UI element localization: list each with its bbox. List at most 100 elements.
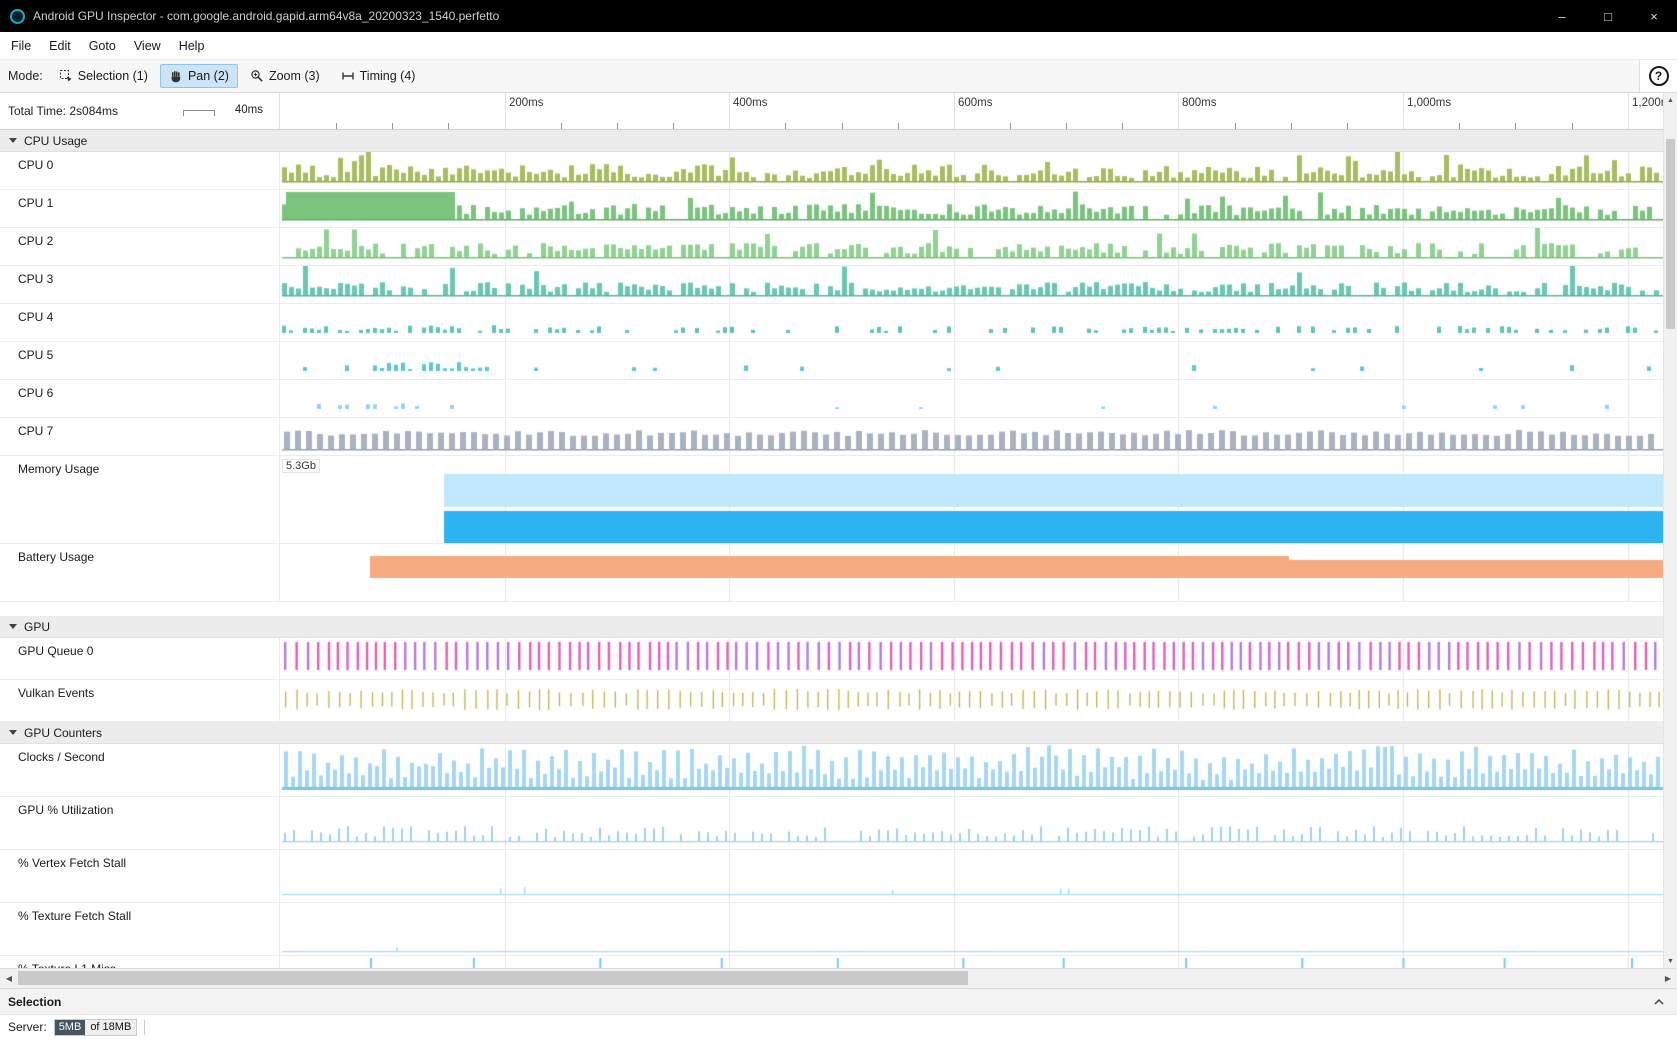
track-chart[interactable] bbox=[280, 228, 1677, 265]
scroll-left-arrow-icon[interactable]: ◀ bbox=[0, 969, 18, 988]
scroll-right-arrow-icon[interactable]: ▶ bbox=[1659, 969, 1677, 988]
menu-item-goto[interactable]: Goto bbox=[80, 32, 125, 59]
selection-panel-header: Selection bbox=[0, 988, 1677, 1014]
selection-icon bbox=[59, 69, 73, 83]
help-button[interactable]: ? bbox=[1639, 60, 1677, 92]
ruler-major-tick bbox=[1403, 93, 1404, 129]
collapse-triangle-icon bbox=[9, 624, 17, 629]
track-row-cpu-4: CPU 4 bbox=[0, 304, 1677, 342]
track-chart[interactable] bbox=[280, 544, 1677, 601]
horizontal-scroll-thumb[interactable] bbox=[18, 971, 968, 985]
collapse-panel-chevron-icon[interactable] bbox=[1653, 989, 1665, 1014]
track-row-battery-usage: Battery Usage bbox=[0, 544, 1677, 602]
ruler-minor-tick bbox=[561, 123, 562, 129]
mode-button-selection[interactable]: Selection (1) bbox=[50, 64, 157, 88]
track-label: Memory Usage bbox=[0, 456, 280, 543]
menu-item-file[interactable]: File bbox=[2, 32, 40, 59]
maximize-button[interactable]: □ bbox=[1585, 0, 1631, 32]
track-chart[interactable] bbox=[280, 956, 1677, 968]
track-label: CPU 7 bbox=[0, 418, 280, 455]
ruler-tick-label: 600ms bbox=[958, 97, 993, 109]
status-bar: Server: 5MB of 18MB bbox=[0, 1014, 1677, 1039]
vertical-scrollbar[interactable]: ▲ ▼ bbox=[1663, 93, 1677, 968]
ruler-tick-label: 800ms bbox=[1182, 97, 1217, 109]
ruler-major-tick bbox=[1178, 93, 1179, 129]
ruler-timeline[interactable]: 200ms400ms600ms800ms1,000ms1,200ms bbox=[280, 93, 1677, 129]
track-label: GPU Queue 0 bbox=[0, 638, 280, 679]
ruler-tick-label: 200ms bbox=[509, 97, 544, 109]
track-list: CPU UsageCPU 0CPU 1CPU 2CPU 3CPU 4CPU 5C… bbox=[0, 130, 1677, 968]
ruler-major-tick bbox=[954, 93, 955, 129]
menu-item-view[interactable]: View bbox=[125, 32, 170, 59]
ruler-minor-tick bbox=[336, 123, 337, 129]
track-row-texture-l1-miss: % Texture L1 Miss bbox=[0, 956, 1677, 968]
mode-button-zoom[interactable]: Zoom (3) bbox=[241, 64, 329, 88]
track-row-cpu-5: CPU 5 bbox=[0, 342, 1677, 380]
server-progress-total: of 18MB bbox=[85, 1020, 136, 1035]
status-divider bbox=[144, 1020, 145, 1035]
ruler-minor-tick bbox=[1515, 123, 1516, 129]
close-button[interactable]: × bbox=[1631, 0, 1677, 32]
memory-value-label: 5.3Gb bbox=[282, 459, 320, 473]
track-row-memory-usage: Memory Usage5.3Gb bbox=[0, 456, 1677, 544]
mode-label: Mode: bbox=[8, 69, 43, 83]
track-chart[interactable] bbox=[280, 418, 1677, 455]
track-chart[interactable] bbox=[280, 850, 1677, 902]
window-controls: – □ × bbox=[1539, 0, 1677, 32]
track-chart[interactable]: 5.3Gb bbox=[280, 456, 1677, 543]
track-chart[interactable] bbox=[280, 744, 1677, 796]
ruler-minor-tick bbox=[1572, 123, 1573, 129]
track-row-gpu-queue-0: GPU Queue 0 bbox=[0, 638, 1677, 680]
section-header-cpu-usage[interactable]: CPU Usage bbox=[0, 130, 1677, 152]
scroll-down-arrow-icon[interactable]: ▼ bbox=[1664, 954, 1677, 968]
zoom-icon bbox=[250, 69, 264, 83]
mode-button-pan[interactable]: Pan (2) bbox=[160, 64, 238, 88]
ruler-major-tick bbox=[1628, 93, 1629, 129]
ruler-minor-tick bbox=[1122, 123, 1123, 129]
track-chart[interactable] bbox=[280, 638, 1677, 679]
help-label: ? bbox=[1655, 69, 1662, 83]
track-label: CPU 5 bbox=[0, 342, 280, 379]
section-header-label: CPU Usage bbox=[24, 134, 87, 148]
ruler-minor-tick bbox=[617, 123, 618, 129]
scale-label: 40ms bbox=[235, 104, 263, 116]
server-progress: 5MB of 18MB bbox=[54, 1019, 138, 1036]
track-chart[interactable] bbox=[280, 304, 1677, 341]
track-chart[interactable] bbox=[280, 903, 1677, 955]
track-chart[interactable] bbox=[280, 342, 1677, 379]
mode-button-timing[interactable]: Timing (4) bbox=[332, 64, 425, 88]
track-row-cpu-3: CPU 3 bbox=[0, 266, 1677, 304]
ruler-minor-tick bbox=[1066, 123, 1067, 129]
track-label: CPU 0 bbox=[0, 152, 280, 189]
total-time-label: Total Time: 2s084ms bbox=[8, 104, 118, 118]
timeline-ruler: Total Time: 2s084ms 40ms 200ms 400ms 600ms… bbox=[0, 93, 1677, 130]
ruler-major-tick bbox=[729, 93, 730, 129]
section-header-label: GPU bbox=[24, 620, 50, 634]
ruler-tick-label: 1,000ms bbox=[1407, 97, 1451, 109]
scroll-up-arrow-icon[interactable]: ▲ bbox=[1664, 93, 1677, 107]
track-chart[interactable] bbox=[280, 680, 1677, 721]
menu-item-edit[interactable]: Edit bbox=[40, 32, 80, 59]
track-chart[interactable] bbox=[280, 190, 1677, 227]
vertical-scroll-thumb[interactable] bbox=[1666, 139, 1675, 329]
collapse-triangle-icon bbox=[9, 730, 17, 735]
section-header-gpu[interactable]: GPU bbox=[0, 616, 1677, 638]
track-label: % Texture L1 Miss bbox=[0, 956, 280, 968]
minimize-button[interactable]: – bbox=[1539, 0, 1585, 32]
section-header-label: GPU Counters bbox=[24, 726, 102, 740]
track-chart[interactable] bbox=[280, 380, 1677, 417]
title-bar: Android GPU Inspector - com.google.andro… bbox=[0, 0, 1677, 32]
pan-hand-icon bbox=[169, 69, 183, 83]
track-row-vulkan-events: Vulkan Events bbox=[0, 680, 1677, 722]
mode-button-label: Selection (1) bbox=[78, 69, 148, 83]
ruler-tick-label: 400ms bbox=[733, 97, 768, 109]
section-header-gpu-counters[interactable]: GPU Counters bbox=[0, 722, 1677, 744]
horizontal-scrollbar[interactable]: ◀ ▶ bbox=[0, 968, 1677, 988]
track-chart[interactable] bbox=[280, 152, 1677, 189]
track-row-cpu-7: CPU 7 bbox=[0, 418, 1677, 456]
help-icon: ? bbox=[1649, 66, 1669, 86]
track-chart[interactable] bbox=[280, 797, 1677, 849]
menu-item-help[interactable]: Help bbox=[170, 32, 214, 59]
track-chart[interactable] bbox=[280, 266, 1677, 303]
ruler-corner: Total Time: 2s084ms 40ms bbox=[0, 93, 280, 129]
